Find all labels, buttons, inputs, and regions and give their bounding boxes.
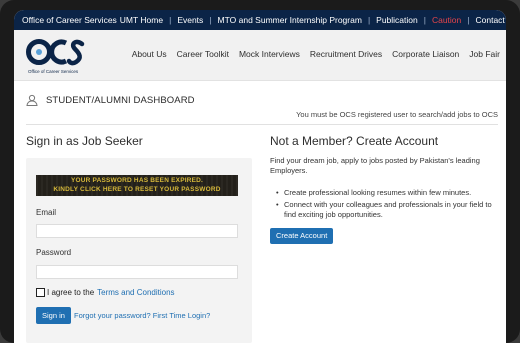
nav-career-toolkit[interactable]: Career Toolkit (177, 49, 229, 59)
nav-about-us[interactable]: About Us (132, 49, 167, 59)
dashboard-title: STUDENT/ALUMNI DASHBOARD (46, 94, 195, 106)
separator: | (467, 15, 470, 25)
signin-panel: YOUR PASSWORD HAS BEEN EXPIRED. KINDLY C… (26, 158, 252, 343)
logo-caption: Office of Career Services (28, 69, 79, 74)
site-header: Office of Career Services About Us Caree… (14, 30, 506, 81)
ocs-logo[interactable]: Office of Career Services (26, 36, 86, 76)
expired-line-1: YOUR PASSWORD HAS BEEN EXPIRED. (70, 177, 204, 184)
terms-agreement: I agree to the Terms and Conditions (36, 288, 175, 297)
ocs-logo-mark (26, 39, 85, 66)
terms-checkbox[interactable] (36, 288, 45, 297)
top-link-events[interactable]: Events (174, 15, 206, 25)
separator: | (367, 15, 371, 25)
divider (26, 124, 498, 125)
top-bar-links: UMT Home | Events | MTO and Summer Inter… (117, 15, 506, 25)
dashboard-header: STUDENT/ALUMNI DASHBOARD (26, 94, 195, 106)
top-link-contact-us[interactable]: Contact Us (473, 15, 507, 25)
forgot-password-link[interactable]: Forgot your password? First Time Login? (74, 311, 210, 320)
registration-note: You must be OCS registered user to searc… (296, 110, 498, 119)
expired-line-2: KINDLY CLICK HERE TO RESET YOUR PASSWORD (53, 186, 221, 193)
main-nav: About Us Career Toolkit Mock Interviews … (122, 49, 500, 59)
top-bar: Office of Career Services UMT Home | Eve… (14, 10, 506, 30)
separator: | (169, 15, 172, 25)
email-field[interactable] (36, 224, 238, 238)
top-link-caution[interactable]: Caution (429, 15, 464, 25)
top-link-mto[interactable]: MTO and Summer Internship Program (215, 15, 365, 25)
top-link-umt-home[interactable]: UMT Home (117, 15, 166, 25)
nav-recruitment-drives[interactable]: Recruitment Drives (310, 49, 382, 59)
create-account-button[interactable]: Create Account (270, 228, 334, 244)
list-item: Connect with your colleagues and profess… (276, 200, 498, 220)
password-field[interactable] (36, 265, 238, 279)
nav-mock-interviews[interactable]: Mock Interviews (239, 49, 300, 59)
separator: | (423, 15, 426, 25)
create-account-title: Not a Member? Create Account (270, 134, 439, 148)
password-expired-banner[interactable]: YOUR PASSWORD HAS BEEN EXPIRED. KINDLY C… (36, 175, 238, 196)
browser-screen: Office of Career Services UMT Home | Eve… (14, 10, 506, 343)
benefits-list: Create professional looking resumes with… (276, 188, 498, 222)
signin-button[interactable]: Sign in (36, 307, 71, 324)
separator: | (209, 15, 212, 25)
create-account-description: Find your dream job, apply to jobs poste… (270, 156, 480, 175)
terms-link[interactable]: Terms and Conditions (97, 288, 174, 297)
terms-prefix: I agree to the (47, 288, 95, 297)
top-bar-org: Office of Career Services (22, 15, 117, 25)
nav-job-fair[interactable]: Job Fair (469, 49, 500, 59)
user-icon (26, 94, 38, 106)
password-label: Password (36, 248, 72, 257)
email-label: Email (36, 208, 57, 217)
list-item: Create professional looking resumes with… (276, 188, 498, 198)
top-link-publication[interactable]: Publication (373, 15, 421, 25)
device-frame: Office of Career Services UMT Home | Eve… (0, 0, 520, 343)
nav-corporate-liaison[interactable]: Corporate Liaison (392, 49, 459, 59)
signin-title: Sign in as Job Seeker (26, 134, 143, 148)
